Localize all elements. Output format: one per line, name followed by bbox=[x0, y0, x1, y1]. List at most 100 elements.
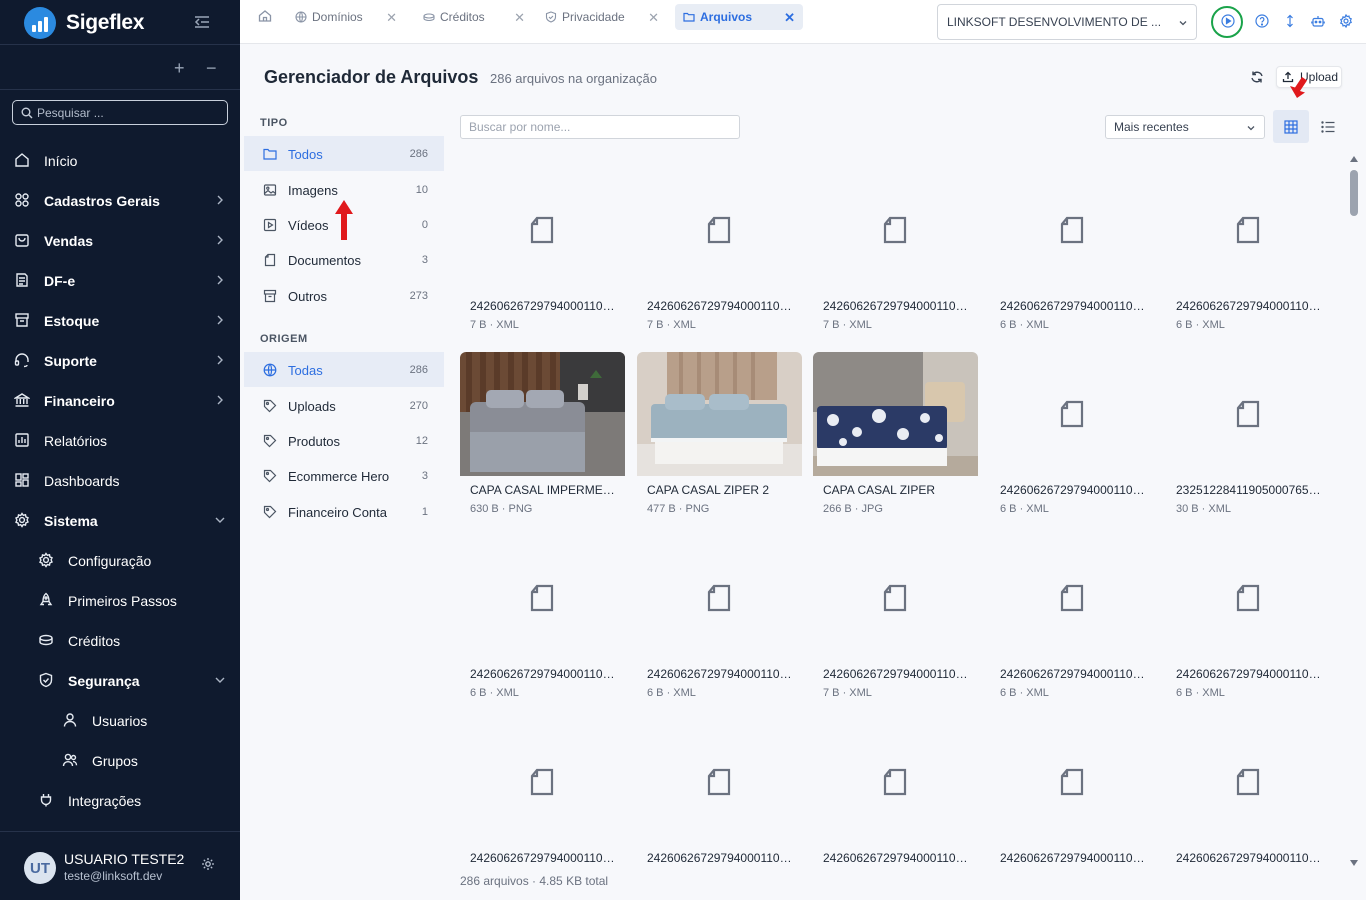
sidebar-item-dashboards[interactable]: Dashboards bbox=[0, 460, 240, 500]
scroll-down-arrow[interactable] bbox=[1350, 860, 1358, 866]
filter-type-outros[interactable]: Outros 273 bbox=[244, 278, 444, 313]
file-card[interactable]: 2426062672979400011005500100000000000000… bbox=[637, 536, 802, 712]
user-name: USUARIO TESTE2 bbox=[64, 851, 185, 867]
file-card[interactable]: 2426062672979400011005500100000000000000… bbox=[990, 536, 1155, 712]
sidebar-divider bbox=[0, 44, 240, 45]
user-settings-icon[interactable] bbox=[200, 856, 216, 872]
gear-icon[interactable] bbox=[1339, 14, 1353, 28]
close-tab-icon[interactable]: ✕ bbox=[784, 10, 795, 26]
sort-select[interactable]: Mais recentes bbox=[1105, 115, 1265, 139]
help-icon[interactable] bbox=[1255, 14, 1269, 28]
play-tour-icon[interactable] bbox=[1221, 14, 1235, 28]
company-select[interactable]: LINKSOFT DESENVOLVIMENTO DE ... bbox=[937, 4, 1197, 40]
home-tab-icon[interactable] bbox=[258, 9, 272, 23]
plug-icon bbox=[40, 794, 52, 807]
close-tab-icon[interactable]: ✕ bbox=[648, 10, 659, 26]
brand[interactable]: Sigeflex bbox=[24, 6, 144, 40]
file-icon bbox=[1236, 216, 1260, 244]
tab-dominios[interactable]: Domínios ✕ bbox=[287, 4, 405, 30]
chevron-right-icon bbox=[217, 395, 223, 405]
users-icon bbox=[62, 753, 78, 767]
expand-all-icon[interactable]: + bbox=[174, 58, 185, 78]
filter-origin-produtos[interactable]: Produtos 12 bbox=[244, 423, 444, 458]
file-card[interactable]: 2426062672979400011005500100000000000000… bbox=[1166, 720, 1331, 866]
user-profile[interactable]: UT USUARIO TESTE2 teste@linksoft.dev bbox=[24, 846, 234, 886]
close-tab-icon[interactable]: ✕ bbox=[386, 10, 397, 26]
sidebar-item-creditos[interactable]: Créditos bbox=[0, 620, 240, 660]
page-title: Gerenciador de Arquivos bbox=[264, 67, 479, 87]
dashboard-icon bbox=[15, 473, 29, 487]
file-grid-scrollbar[interactable] bbox=[1348, 156, 1360, 866]
grid-view-button[interactable] bbox=[1273, 110, 1309, 143]
filter-origin-uploads[interactable]: Uploads 270 bbox=[244, 388, 444, 423]
sidebar-item-cadastros-gerais[interactable]: Cadastros Gerais bbox=[0, 180, 240, 220]
sidebar-item-inicio[interactable]: Início bbox=[0, 140, 240, 180]
file-card[interactable]: 2426062672979400011005500100000000000000… bbox=[813, 536, 978, 712]
file-search-input[interactable] bbox=[460, 115, 740, 139]
filter-type-todos[interactable]: Todos 286 bbox=[244, 136, 444, 171]
file-icon bbox=[707, 768, 731, 796]
headset-icon bbox=[14, 353, 29, 368]
rocket-icon bbox=[39, 592, 53, 606]
filter-origin-ecommerce-hero[interactable]: Ecommerce Hero 3 bbox=[244, 458, 444, 493]
file-card[interactable]: 2426062672979400011005500100000000000000… bbox=[460, 536, 625, 712]
archive-icon bbox=[15, 313, 29, 327]
sidebar-item-usuarios[interactable]: Usuarios bbox=[0, 700, 240, 740]
scroll-thumb[interactable] bbox=[1350, 170, 1358, 216]
file-card[interactable]: 2426062672979400011005500100000000000000… bbox=[813, 168, 978, 344]
sidebar-item-primeiros-passos[interactable]: Primeiros Passos bbox=[0, 580, 240, 620]
grid-view-icon bbox=[1284, 120, 1298, 134]
file-card[interactable]: 2426062672979400011005500100000000000000… bbox=[460, 720, 625, 866]
search-icon bbox=[21, 107, 33, 118]
filter-origin-financeiro-conta[interactable]: Financeiro Conta 1 bbox=[244, 494, 444, 529]
file-card[interactable]: 2426062672979400011005500100000000000000… bbox=[1166, 536, 1331, 712]
file-icon bbox=[707, 216, 731, 244]
sidebar-search-input[interactable] bbox=[37, 105, 217, 120]
file-card[interactable]: 2426062672979400011005500100000000000000… bbox=[990, 720, 1155, 866]
refresh-icon[interactable] bbox=[1250, 70, 1264, 84]
filter-origin-todas[interactable]: Todas 286 bbox=[244, 352, 444, 387]
file-card[interactable]: CAPA CASAL ZIPER 2 477 B · PNG bbox=[637, 352, 802, 528]
sidebar-item-seguranca[interactable]: Segurança bbox=[0, 660, 240, 700]
file-card[interactable]: 2426062672979400011005500100000000000000… bbox=[990, 352, 1155, 528]
resize-vertical-icon[interactable] bbox=[1283, 14, 1297, 28]
sidebar-item-vendas[interactable]: Vendas bbox=[0, 220, 240, 260]
sidebar-item-suporte[interactable]: Suporte bbox=[0, 340, 240, 380]
sidebar-item-estoque[interactable]: Estoque bbox=[0, 300, 240, 340]
sidebar-item-relatorios[interactable]: Relatórios bbox=[0, 420, 240, 460]
bank-icon bbox=[14, 393, 30, 407]
sidebar-item-grupos[interactable]: Grupos bbox=[0, 740, 240, 780]
file-card[interactable]: 2426062672979400011005500100000000000000… bbox=[813, 720, 978, 866]
file-card[interactable]: 2426062672979400011005500100000000000000… bbox=[460, 168, 625, 344]
sidebar-item-dfe[interactable]: DF-e bbox=[0, 260, 240, 300]
file-card[interactable]: 232512284119050007655001000000000000000 … bbox=[1166, 352, 1331, 528]
collapse-all-icon[interactable]: − bbox=[206, 58, 217, 78]
file-card[interactable]: CAPA CASAL IMPERMEÁVEL 630 B · PNG bbox=[460, 352, 625, 528]
tab-arquivos[interactable]: Arquivos ✕ bbox=[675, 4, 803, 30]
close-tab-icon[interactable]: ✕ bbox=[514, 10, 525, 26]
scroll-up-arrow[interactable] bbox=[1350, 156, 1358, 162]
list-view-button[interactable] bbox=[1310, 110, 1346, 143]
filter-type-documentos[interactable]: Documentos 3 bbox=[244, 242, 444, 277]
sidebar-item-integracoes[interactable]: Integrações bbox=[0, 780, 240, 820]
sidebar-collapse-icon[interactable] bbox=[193, 13, 211, 31]
tab-privacidade[interactable]: Privacidade ✕ bbox=[537, 4, 667, 30]
gear-icon bbox=[39, 552, 53, 568]
sidebar-item-financeiro[interactable]: Financeiro bbox=[0, 380, 240, 420]
sidebar-item-configuracao[interactable]: Configuração bbox=[0, 540, 240, 580]
sidebar-search bbox=[12, 100, 228, 125]
file-card[interactable]: 2426062672979400011005500100000000000000… bbox=[1166, 168, 1331, 344]
tag-icon bbox=[263, 505, 277, 519]
user-email: teste@linksoft.dev bbox=[64, 869, 163, 883]
file-card[interactable]: 2426062672979400011005500100000000000000… bbox=[637, 720, 802, 866]
robot-icon[interactable] bbox=[1311, 14, 1325, 28]
file-card[interactable]: 2426062672979400011005500100000000000000… bbox=[637, 168, 802, 344]
report-icon bbox=[15, 433, 29, 447]
file-icon bbox=[1236, 768, 1260, 796]
file-icon bbox=[530, 584, 554, 612]
file-card[interactable]: 2426062672979400011005500100000000000000… bbox=[990, 168, 1155, 344]
tab-creditos[interactable]: Créditos ✕ bbox=[415, 4, 533, 30]
globe-icon bbox=[263, 363, 277, 377]
sidebar-item-sistema[interactable]: Sistema bbox=[0, 500, 240, 540]
file-card[interactable]: CAPA CASAL ZIPER 266 B · JPG bbox=[813, 352, 978, 528]
